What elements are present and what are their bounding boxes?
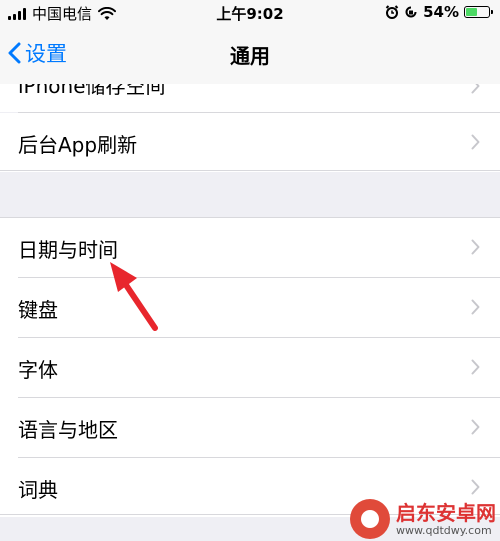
watermark: 启东安卓网 www.qdtdwy.com <box>350 499 496 539</box>
annotation-arrow-icon <box>110 262 158 331</box>
watermark-logo-icon <box>350 499 390 539</box>
watermark-name: 启东安卓网 <box>396 500 496 525</box>
watermark-url: www.qdtdwy.com <box>396 523 492 537</box>
